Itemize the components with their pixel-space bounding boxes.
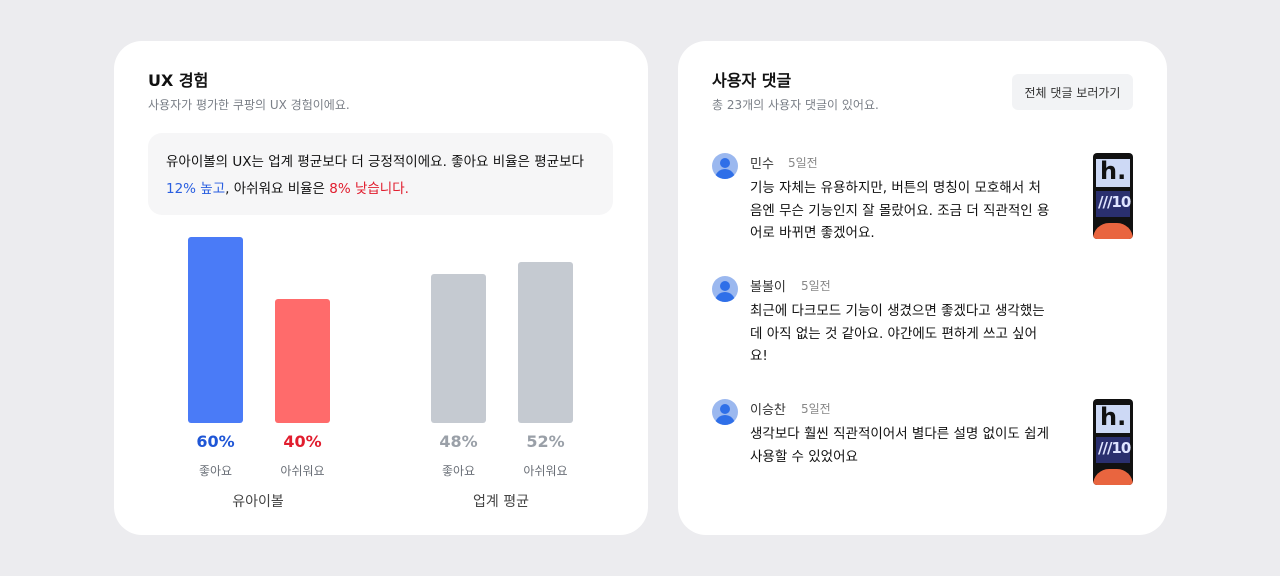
comment-timestamp: 5일전 [801, 279, 831, 293]
bar-0-1 [275, 299, 330, 423]
ux-experience-card: UX 경험 사용자가 평가한 쿠팡의 UX 경험이에요. 유아이볼의 UX는 업… [114, 41, 648, 535]
thumb-letter: h. [1100, 157, 1127, 185]
comment-author: 민수 [750, 157, 774, 172]
comment-text: 생각보다 훨씬 직관적이어서 별다른 설명 없이도 쉽게 사용할 수 있었어요 [750, 426, 1049, 465]
comment-item: 민수 5일전기능 자체는 유용하지만, 버튼의 명칭이 모호해서 처음엔 무슨 기… [712, 153, 1142, 253]
bar-value-label: 40% [283, 432, 322, 451]
bar-value-label: 48% [439, 432, 478, 451]
group-label: 업계 평균 [473, 494, 529, 510]
group-label: 유아이볼 [232, 494, 284, 510]
comment-item: 이승찬 5일전생각보다 훨씬 직관적이어서 별다른 설명 없이도 쉽게 사용할 수… [712, 399, 1142, 499]
comment-item: 볼볼이 5일전최근에 다크모드 기능이 생겼으면 좋겠다고 생각했는데 아직 없는… [712, 276, 1142, 376]
thumb-text: ///10 [1098, 193, 1131, 211]
user-comments-card: 사용자 댓글 총 23개의 사용자 댓글이 있어요. 전체 댓글 보러가기 민수… [678, 41, 1167, 535]
user-avatar-icon [712, 276, 738, 302]
comment-screenshot-thumbnail[interactable]: h. ///10 [1093, 399, 1133, 485]
bar-1-1 [518, 262, 573, 423]
comments-card-subtitle: 총 23개의 사용자 댓글이 있어요. [712, 98, 879, 112]
bar-category-label: 아쉬워요 [280, 464, 325, 478]
comment-text: 최근에 다크모드 기능이 생겼으면 좋겠다고 생각했는데 아직 없는 것 같아요… [750, 303, 1045, 364]
bar-category-label: 좋아요 [198, 464, 233, 478]
bar-value-label: 60% [196, 432, 235, 451]
user-avatar-icon [712, 399, 738, 425]
user-avatar-icon [712, 153, 738, 179]
comment-timestamp: 5일전 [801, 402, 831, 416]
comment-author: 볼볼이 [750, 280, 786, 295]
comment-text: 기능 자체는 유용하지만, 버튼의 명칭이 모호해서 처음엔 무슨 기능인지 잘… [750, 180, 1050, 241]
thumb-text: ///10 [1098, 439, 1131, 457]
bar-category-label: 좋아요 [441, 464, 476, 478]
comment-author: 이승찬 [750, 403, 786, 418]
thumb-letter: h. [1100, 403, 1127, 431]
bar-1-0 [431, 274, 486, 423]
bar-category-label: 아쉬워요 [523, 464, 568, 478]
view-all-comments-button[interactable]: 전체 댓글 보러가기 [1012, 74, 1133, 110]
ux-bar-chart: 60% 좋아요 40% 아쉬워요유아이볼 48% 좋아요 52% 아쉬워요업계 평균 [114, 41, 648, 535]
comment-screenshot-thumbnail[interactable]: h. ///10 [1093, 153, 1133, 239]
comment-timestamp: 5일전 [788, 156, 818, 170]
bar-value-label: 52% [526, 432, 565, 451]
comments-card-title: 사용자 댓글 [712, 71, 792, 90]
bar-0-0 [188, 237, 243, 423]
